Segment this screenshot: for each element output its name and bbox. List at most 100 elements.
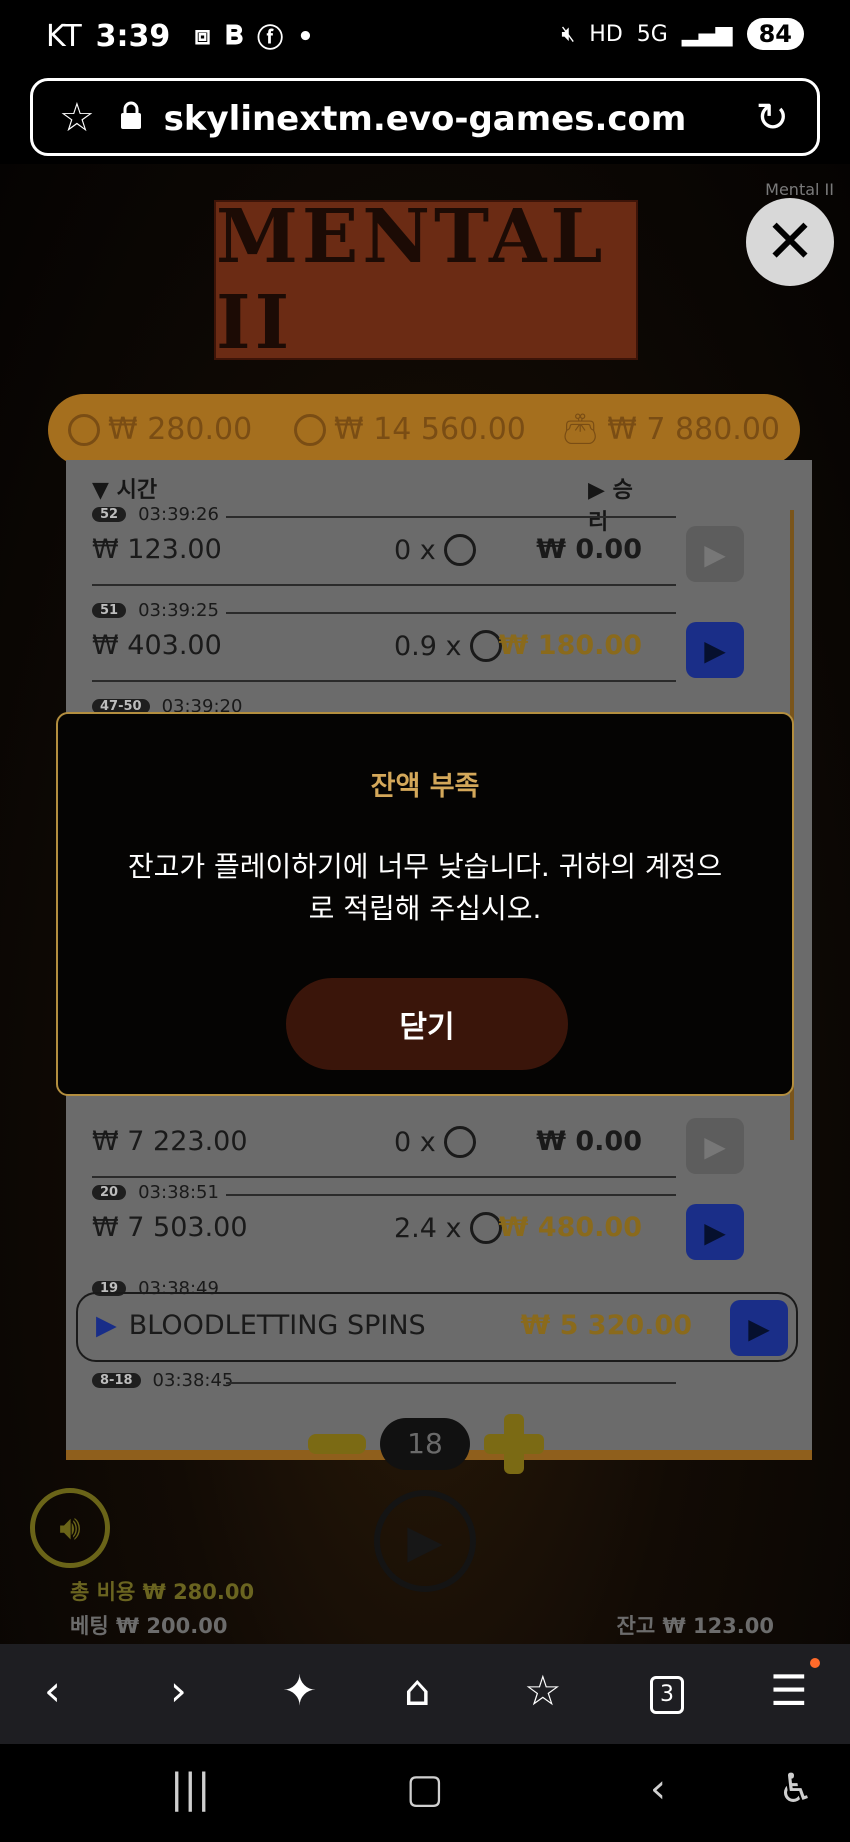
balance-bar: ₩ 280.00 ₩ 14 560.00 👛︎ ₩ 7 880.00 bbox=[48, 394, 800, 466]
total-cost-label: 총 비용 bbox=[70, 1580, 136, 1604]
sparkle-icon[interactable]: ✦ bbox=[282, 1666, 317, 1715]
signal-icon: ▂▄▆ bbox=[681, 21, 733, 47]
smiley-coin-icon bbox=[294, 413, 326, 446]
system-back-icon[interactable]: ‹ bbox=[650, 1766, 666, 1812]
multiplier-text: 2.4 x bbox=[394, 1212, 462, 1244]
round-badge: 8-18 bbox=[92, 1373, 141, 1388]
dialog-title: 잔액 부족 bbox=[370, 771, 480, 802]
replay-button[interactable]: ▶ bbox=[686, 1118, 744, 1174]
replay-button[interactable]: ▶ bbox=[686, 1204, 744, 1260]
increase-button[interactable] bbox=[484, 1414, 544, 1474]
replay-button[interactable]: ▶ bbox=[730, 1300, 788, 1356]
game-corner-label: Mental II bbox=[765, 180, 834, 199]
row-bet: ₩ 123.00 bbox=[92, 534, 222, 565]
coin-icon bbox=[469, 1212, 502, 1244]
row-divider bbox=[226, 612, 676, 614]
spin-count-stepper: 18 bbox=[308, 1414, 544, 1474]
address-bar[interactable]: ☆ skylinextm.evo-games.com ↻ bbox=[30, 78, 820, 156]
time-header-label: 시간 bbox=[116, 478, 158, 503]
cost-display: ₩ 280.00 bbox=[68, 412, 252, 447]
wallet-value: ₩ 7 880.00 bbox=[607, 412, 780, 447]
home-icon[interactable]: ⌂ bbox=[404, 1666, 431, 1715]
row-time: 03:39:26 bbox=[138, 504, 219, 525]
url-text[interactable]: skylinextm.evo-games.com bbox=[33, 99, 817, 139]
row-time: 03:38:45 bbox=[152, 1370, 234, 1391]
bonus-win: ₩ 5 320.00 bbox=[520, 1310, 692, 1341]
row-divider bbox=[226, 1194, 676, 1196]
forward-icon[interactable]: › bbox=[170, 1666, 187, 1715]
row-divider bbox=[226, 516, 676, 518]
b-app-icon: 𝐁 bbox=[224, 21, 244, 51]
recent-apps-icon[interactable]: ||| bbox=[170, 1766, 210, 1812]
spin-count-value: 18 bbox=[380, 1418, 470, 1470]
status-left: KT 3:39 ⧈ 𝐁 ⓕ • bbox=[46, 18, 314, 55]
row-multiplier: 0 x bbox=[394, 1126, 476, 1158]
bonus-history-row: 19 03:38:49 ▶ BLOODLETTING SPINS ₩ 5 320.… bbox=[76, 1278, 798, 1370]
balance-value: ₩ 123.00 bbox=[662, 1614, 774, 1638]
browser-toolbar: ‹ › ✦ ⌂ ☆ 3 ☰ bbox=[0, 1644, 850, 1744]
bookmarks-icon[interactable]: ☆ bbox=[524, 1666, 562, 1715]
tabs-button[interactable]: 3 bbox=[650, 1676, 684, 1714]
balance: 잔고 ₩ 123.00 bbox=[617, 1610, 774, 1640]
coin-icon bbox=[68, 413, 100, 446]
mute-icon: 🔇︎ bbox=[561, 21, 576, 47]
bonus-label: BLOODLETTING SPINS bbox=[128, 1310, 426, 1341]
play-icon: ▶ bbox=[407, 1514, 443, 1568]
balance-label: 잔고 bbox=[616, 1614, 656, 1638]
menu-icon[interactable]: ☰ bbox=[770, 1666, 808, 1715]
dialog-message: 잔고가 플레이하기에 너무 낮습니다. 귀하의 계정으 로 적립해 주십시오. bbox=[102, 846, 748, 930]
home-circle-icon[interactable]: ▢ bbox=[406, 1766, 444, 1812]
expand-icon[interactable]: ▶ bbox=[96, 1310, 117, 1341]
replay-button[interactable]: ▶ bbox=[686, 526, 744, 582]
row-multiplier: 0 x bbox=[394, 534, 476, 566]
logo-text: MENTAL II bbox=[216, 194, 607, 366]
row-time: 03:38:51 bbox=[138, 1182, 219, 1203]
spin-button[interactable]: ▶ bbox=[374, 1490, 476, 1592]
row-meta: 20 03:38:51 bbox=[92, 1182, 219, 1203]
history-row: ₩ 7 223.00 0 x ₩ 0.00 ▶ bbox=[92, 1096, 752, 1188]
status-right: 🔇︎ HD 5G ▂▄▆ 84 bbox=[561, 18, 804, 50]
status-bar: KT 3:39 ⧈ 𝐁 ⓕ • 🔇︎ HD 5G ▂▄▆ 84 bbox=[0, 0, 850, 72]
facebook-icon: ⓕ bbox=[257, 24, 284, 54]
carrier-label: KT bbox=[46, 19, 82, 54]
hd-icon: HD bbox=[589, 21, 623, 47]
total-cost: 총 비용 ₩ 280.00 bbox=[70, 1576, 254, 1606]
clock: 3:39 bbox=[95, 19, 171, 54]
round-badge: 51 bbox=[92, 603, 127, 618]
row-meta: 8-18 03:38:45 bbox=[92, 1370, 233, 1391]
coin-icon bbox=[443, 1126, 476, 1158]
reload-icon[interactable]: ↻ bbox=[755, 95, 789, 141]
row-win: ₩ 180.00 bbox=[498, 630, 642, 661]
bet-value: ₩ 200.00 bbox=[115, 1614, 228, 1638]
row-multiplier: 0.9 x bbox=[394, 630, 502, 662]
row-meta: 52 03:39:26 bbox=[92, 504, 219, 525]
back-icon[interactable]: ‹ bbox=[44, 1666, 61, 1715]
dot-icon: • bbox=[297, 21, 314, 52]
accessibility-icon[interactable]: ♿︎ bbox=[778, 1766, 814, 1812]
close-history-button[interactable]: ✕ bbox=[746, 198, 834, 286]
max-win-display: ₩ 14 560.00 bbox=[294, 412, 526, 447]
row-divider bbox=[226, 1382, 676, 1384]
wallet-display: 👛︎ ₩ 7 880.00 bbox=[561, 412, 780, 447]
address-bar-area: ☆ skylinextm.evo-games.com ↻ bbox=[0, 72, 850, 164]
multiplier-text: 0.9 x bbox=[394, 630, 462, 662]
replay-button[interactable]: ▶ bbox=[686, 622, 744, 678]
decrease-button[interactable] bbox=[308, 1434, 366, 1454]
history-header: ▼ 시간 ▶ 승리 bbox=[92, 472, 652, 535]
network-icon: 5G bbox=[636, 21, 668, 47]
coin-icon bbox=[469, 630, 502, 662]
dialog-message-line-1: 잔고가 플레이하기에 너무 낮습니다. 귀하의 계정으 bbox=[127, 850, 723, 883]
row-win: ₩ 0.00 bbox=[536, 534, 642, 565]
row-time: 03:39:25 bbox=[138, 600, 219, 621]
sort-time-header[interactable]: ▼ 시간 bbox=[92, 478, 157, 503]
battery-indicator: 84 bbox=[746, 18, 804, 50]
row-separator bbox=[92, 1176, 676, 1178]
bet-label: 베팅 bbox=[70, 1614, 109, 1638]
bet-amount: 베팅 ₩ 200.00 bbox=[70, 1610, 227, 1640]
multiplier-text: 0 x bbox=[394, 534, 436, 566]
sound-toggle-button[interactable]: 🔊︎ bbox=[30, 1488, 110, 1568]
row-separator bbox=[92, 584, 676, 586]
close-icon: ✕ bbox=[764, 207, 816, 277]
row-win: ₩ 480.00 bbox=[498, 1212, 642, 1243]
dialog-close-button[interactable]: 닫기 bbox=[286, 978, 568, 1070]
